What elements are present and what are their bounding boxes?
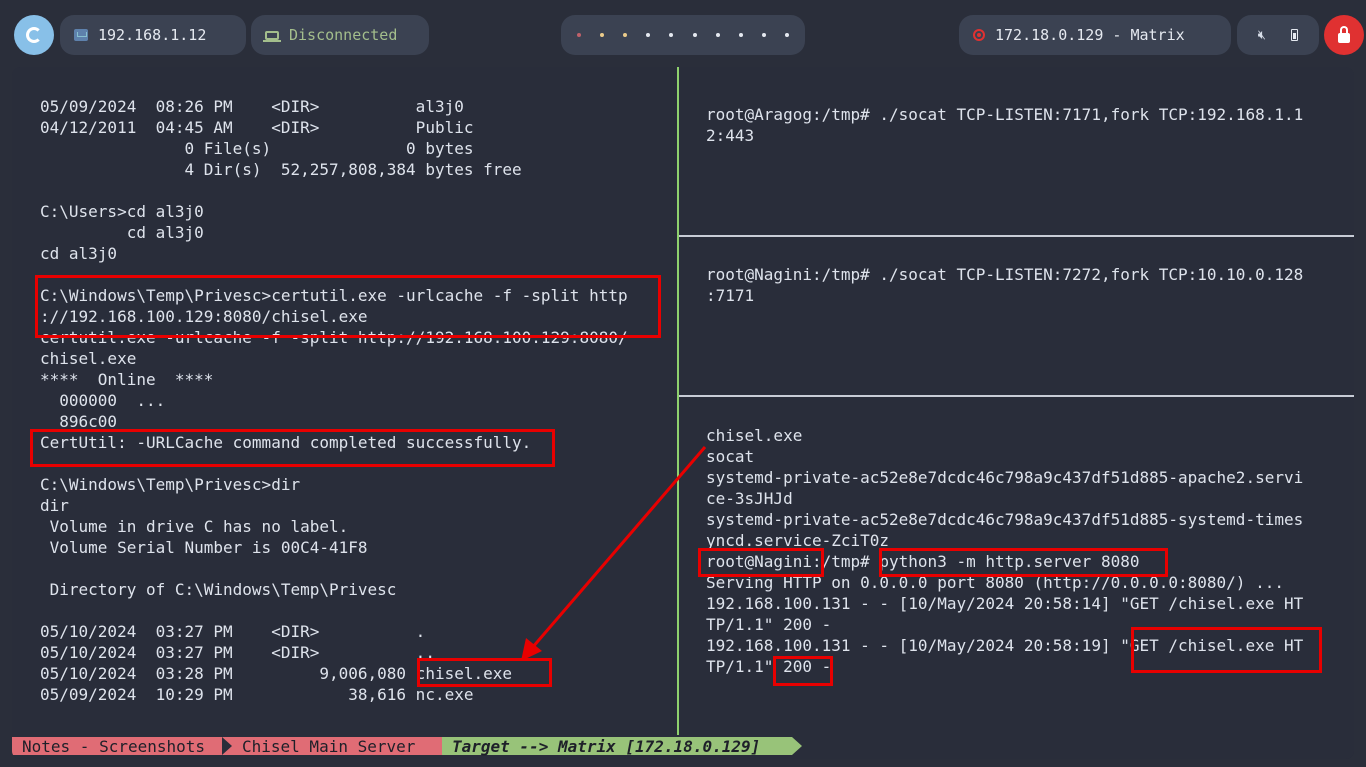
launcher-icon	[26, 27, 42, 43]
status-session-chisel[interactable]: Chisel Main Server	[222, 736, 442, 756]
workspace-dot[interactable]	[622, 33, 627, 37]
lock-icon	[1338, 25, 1350, 43]
workspace-dot[interactable]	[738, 33, 743, 37]
ip-address-widget[interactable]: 192.168.1.12	[60, 15, 246, 55]
status-session-target[interactable]: Target --> Matrix [172.18.0.129]	[442, 736, 802, 756]
vpn-status-label: Disconnected	[289, 26, 398, 44]
terminal-output: chisel.exe socat systemd-private-ac52e8e…	[706, 426, 1304, 676]
mute-icon[interactable]: 🔇︎	[1258, 28, 1266, 43]
lock-button[interactable]	[1324, 15, 1364, 55]
workspace-dot[interactable]	[762, 33, 767, 37]
system-tray: 🔇︎	[1237, 15, 1319, 55]
terminal-pane-aragog[interactable]: root@Aragog:/tmp# ./socat TCP-LISTEN:717…	[679, 67, 1354, 235]
status-session-label: Target --> Matrix [172.18.0.129]	[452, 736, 761, 756]
vpn-status-widget[interactable]: Disconnected	[251, 15, 429, 55]
workspace-dot[interactable]	[785, 33, 790, 37]
status-session-label: Notes - Screenshots	[22, 736, 206, 756]
terminal-window: 05/09/2024 08:26 PM <DIR> al3j0 04/12/20…	[12, 67, 1354, 759]
terminal-output: root@Nagini:/tmp# ./socat TCP-LISTEN:727…	[706, 265, 1304, 305]
launcher-button[interactable]	[14, 15, 54, 55]
terminal-pane-left[interactable]: 05/09/2024 08:26 PM <DIR> al3j0 04/12/20…	[12, 67, 676, 735]
status-session-notes[interactable]: Notes - Screenshots	[12, 736, 238, 756]
terminal-output: root@Aragog:/tmp# ./socat TCP-LISTEN:717…	[706, 105, 1304, 145]
target-label: 172.18.0.129 - Matrix	[995, 26, 1185, 44]
workspace-dot[interactable]	[669, 33, 674, 37]
status-session-label: Chisel Main Server	[242, 736, 416, 756]
terminal-output: 05/09/2024 08:26 PM <DIR> al3j0 04/12/20…	[40, 97, 628, 704]
target-widget[interactable]: 172.18.0.129 - Matrix	[959, 15, 1231, 55]
tmux-status-bar: Notes - Screenshots Chisel Main Server T…	[12, 735, 1354, 759]
workspace-dot[interactable]	[599, 33, 604, 37]
laptop-icon	[263, 30, 281, 42]
network-icon	[74, 29, 88, 41]
workspace-dot[interactable]	[692, 33, 697, 37]
workspace-switcher	[561, 15, 805, 55]
ip-address-label: 192.168.1.12	[98, 26, 207, 44]
target-icon	[973, 29, 985, 41]
battery-icon[interactable]	[1291, 29, 1299, 41]
terminal-pane-nagini-socat[interactable]: root@Nagini:/tmp# ./socat TCP-LISTEN:727…	[679, 237, 1354, 395]
top-bar: 192.168.1.12 Disconnected 172.18.0.129 -…	[0, 0, 1366, 68]
workspace-dot[interactable]	[646, 33, 651, 37]
workspace-dot[interactable]	[576, 33, 581, 37]
workspace-dot[interactable]	[715, 33, 720, 37]
terminal-pane-nagini-http[interactable]: chisel.exe socat systemd-private-ac52e8e…	[679, 397, 1354, 735]
